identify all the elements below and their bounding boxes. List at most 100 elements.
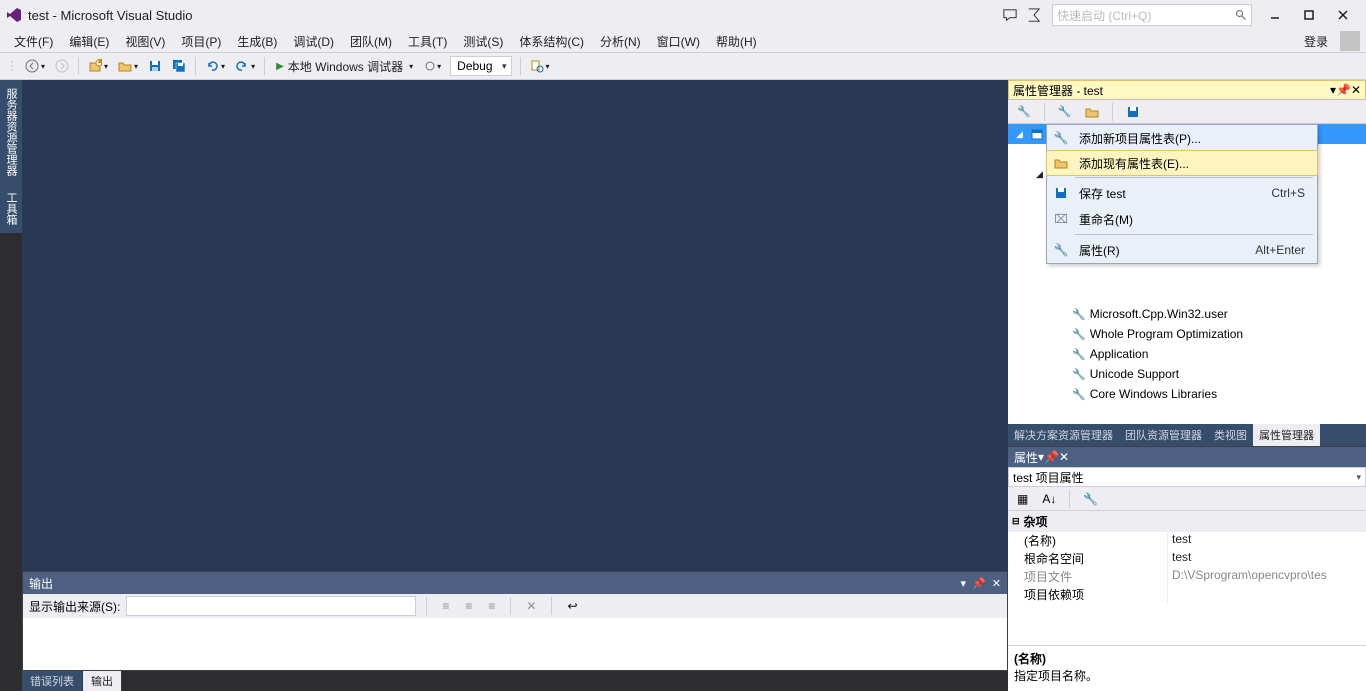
tree-leaf-4[interactable]: 🔧Core Windows Libraries	[1008, 384, 1366, 404]
new-project-button[interactable]: ✱▾	[83, 55, 113, 77]
output-dropdown-icon[interactable]: ▾	[961, 577, 967, 590]
undo-button[interactable]: ▾	[200, 55, 230, 77]
properties-object-label: test 项目属性	[1013, 469, 1356, 486]
quick-launch-input[interactable]: 快速启动 (Ctrl+Q)	[1052, 4, 1252, 26]
menu-debug[interactable]: 调试(D)	[285, 31, 342, 52]
minimize-button[interactable]	[1258, 4, 1292, 26]
pp-pin-icon[interactable]: 📌	[1044, 450, 1059, 464]
pp-wrench-button[interactable]: 🔧	[1078, 488, 1103, 510]
properties-object-combo[interactable]: test 项目属性 ▾	[1008, 467, 1366, 487]
pp-alpha-button[interactable]: A↓	[1037, 488, 1061, 510]
start-debugger-button[interactable]: ▶ 本地 Windows 调试器 ▾	[269, 55, 420, 77]
ctx-save[interactable]: 保存 test Ctrl+S	[1047, 180, 1317, 206]
ctx-save-label: 保存 test	[1079, 185, 1263, 202]
sidetab-server-explorer[interactable]: 服务器资源管理器	[0, 80, 22, 184]
tree-expander-icon[interactable]: ◢	[1016, 129, 1026, 140]
ctx-sep1	[1075, 177, 1313, 178]
vtab-team[interactable]: 团队资源管理器	[1119, 424, 1208, 446]
ctx-add-existing-sheet[interactable]: 添加现有属性表(E)...	[1046, 150, 1318, 176]
output-pin-icon[interactable]: 📌	[972, 577, 986, 590]
close-button[interactable]	[1326, 4, 1360, 26]
flag-icon[interactable]	[1022, 3, 1046, 27]
save-button[interactable]	[143, 55, 167, 77]
nav-fwd-button[interactable]	[50, 55, 74, 77]
wrench-icon: 🔧	[1072, 328, 1086, 341]
menu-team[interactable]: 团队(M)	[342, 31, 400, 52]
ctx-rename[interactable]: ⌧ 重命名(M)	[1047, 206, 1317, 232]
pm-tb-wrench-icon[interactable]: 🔧	[1012, 101, 1036, 123]
tab-output[interactable]: 输出	[83, 671, 122, 691]
pm-tb-addnew-icon[interactable]: 🔧	[1053, 101, 1077, 123]
output-body	[23, 618, 1007, 670]
vtab-class[interactable]: 类视图	[1208, 424, 1253, 446]
pm-tb-addexist-icon[interactable]	[1080, 101, 1104, 123]
vtab-solution[interactable]: 解决方案资源管理器	[1008, 424, 1119, 446]
tree-leaf-2[interactable]: 🔧Application	[1008, 344, 1366, 364]
pp-desc-text: 指定项目名称。	[1014, 667, 1360, 684]
tree-leaf-0[interactable]: 🔧Microsoft.Cpp.Win32.user	[1008, 304, 1366, 324]
open-file-button[interactable]: ▾	[113, 55, 143, 77]
pm-close-icon[interactable]: ✕	[1351, 83, 1361, 97]
pp-row-namespace[interactable]: 根命名空间test	[1008, 550, 1366, 568]
ctx-add-new-label: 添加新项目属性表(P)...	[1079, 130, 1305, 147]
vs-logo-icon	[6, 7, 22, 23]
properties-panel: 属性 ▾ 📌 ✕ test 项目属性 ▾ ▦ A↓ 🔧 ⊟杂项 (名称)test…	[1008, 446, 1366, 691]
maximize-button[interactable]	[1292, 4, 1326, 26]
properties-toolbar: ▦ A↓ 🔧	[1008, 487, 1366, 511]
output-btn3: ≡	[483, 595, 500, 617]
grip-icon: ⋮	[4, 59, 20, 73]
save-all-button[interactable]	[167, 55, 191, 77]
search-icon	[1235, 9, 1247, 21]
menu-test[interactable]: 测试(S)	[455, 31, 511, 52]
menu-arch[interactable]: 体系结构(C)	[511, 31, 592, 52]
window-title: test - Microsoft Visual Studio	[28, 8, 193, 23]
tab-error-list[interactable]: 错误列表	[22, 671, 83, 691]
user-avatar[interactable]	[1340, 31, 1360, 51]
left-side-tabs: 服务器资源管理器 工具箱	[0, 80, 22, 233]
nav-back-button[interactable]: ▾	[20, 55, 50, 77]
sidetab-toolbox[interactable]: 工具箱	[0, 184, 22, 233]
right-column: 属性管理器 - test ▾ 📌 ✕ 🔧 🔧 ◢	[1008, 80, 1366, 691]
redo-button[interactable]: ▾	[230, 55, 260, 77]
output-wrap-button[interactable]: ↩	[562, 595, 582, 617]
menu-help[interactable]: 帮助(H)	[708, 31, 765, 52]
pp-row-name[interactable]: (名称)test	[1008, 532, 1366, 550]
feedback-icon[interactable]	[998, 3, 1022, 27]
config-combo[interactable]: Debug	[450, 56, 511, 76]
pp-close-icon[interactable]: ✕	[1059, 450, 1069, 464]
context-menu: 🔧 添加新项目属性表(P)... 添加现有属性表(E)... 保存 test C…	[1046, 124, 1318, 264]
ctx-add-new-sheet[interactable]: 🔧 添加新项目属性表(P)...	[1047, 125, 1317, 151]
ctx-properties[interactable]: 🔧 属性(R) Alt+Enter	[1047, 237, 1317, 263]
tree-leaf-3[interactable]: 🔧Unicode Support	[1008, 364, 1366, 384]
standard-toolbar: ⋮ ▾ ✱▾ ▾ ▾ ▾ ▶ 本地 Windows 调试器 ▾ ▾ Debug …	[0, 52, 1366, 80]
vtab-propmgr[interactable]: 属性管理器	[1253, 424, 1320, 446]
menu-view[interactable]: 视图(V)	[117, 31, 173, 52]
menu-edit[interactable]: 编辑(E)	[61, 31, 117, 52]
output-source-combo[interactable]	[126, 596, 416, 616]
tree-leaf-1[interactable]: 🔧Whole Program Optimization	[1008, 324, 1366, 344]
pm-tb-save-icon[interactable]	[1121, 101, 1145, 123]
debug-target-dropdown[interactable]: ▾	[420, 55, 446, 77]
pp-cat-misc[interactable]: ⊟杂项	[1008, 511, 1366, 532]
menu-file[interactable]: 文件(F)	[6, 31, 61, 52]
find-in-files-button[interactable]: ▾	[525, 55, 555, 77]
menu-tools[interactable]: 工具(T)	[400, 31, 455, 52]
menu-project[interactable]: 项目(P)	[173, 31, 229, 52]
pm-pin-icon[interactable]: 📌	[1336, 83, 1351, 97]
property-manager-header: 属性管理器 - test ▾ 📌 ✕	[1008, 80, 1366, 100]
output-close-icon[interactable]: ✕	[992, 577, 1001, 590]
tree-expander-icon[interactable]: ◢	[1036, 169, 1046, 180]
menu-analyze[interactable]: 分析(N)	[592, 31, 649, 52]
play-icon: ▶	[276, 61, 284, 72]
properties-header: 属性 ▾ 📌 ✕	[1008, 447, 1366, 467]
pp-desc-key: (名称)	[1014, 650, 1360, 667]
output-panel: 输出 ▾ 📌 ✕ 显示输出来源(S): ≡ ≡ ≡ ✕ ↩	[22, 571, 1008, 671]
pp-categorized-button[interactable]: ▦	[1012, 488, 1033, 510]
menu-build[interactable]: 生成(B)	[229, 31, 285, 52]
rename-icon: ⌧	[1051, 212, 1071, 226]
menu-window[interactable]: 窗口(W)	[649, 31, 708, 52]
config-label: Debug	[457, 59, 492, 73]
pp-row-projectfile[interactable]: 项目文件D:\VSprogram\opencvpro\tes	[1008, 568, 1366, 586]
sign-in-link[interactable]: 登录	[1296, 31, 1336, 52]
pp-row-dependencies[interactable]: 项目依赖项	[1008, 586, 1366, 604]
